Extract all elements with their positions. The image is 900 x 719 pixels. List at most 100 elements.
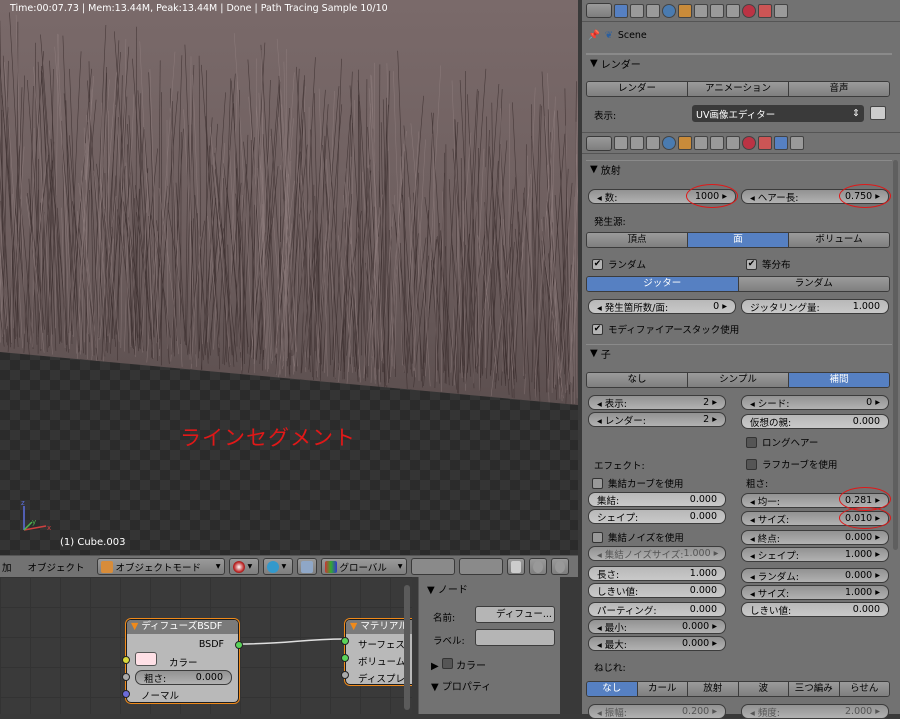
world-icon[interactable] (662, 136, 676, 150)
shape-field[interactable]: シェイプ:0.000 (588, 509, 726, 524)
data-icon[interactable] (726, 136, 740, 150)
max-field[interactable]: ◂ 最大:0.000 ▸ (588, 636, 726, 651)
roughness-field[interactable]: 粗さ:0.000 (135, 670, 232, 685)
physics-icon[interactable] (790, 136, 804, 150)
render-layers-icon[interactable] (630, 4, 644, 18)
kink-spiral[interactable]: らせん (840, 682, 890, 696)
lock-camera-toggle[interactable] (507, 558, 525, 575)
bsdf-output-socket[interactable] (235, 641, 243, 649)
mode-dropdown[interactable]: オブジェクトモード▾ (97, 558, 225, 575)
node-section-header[interactable]: ▼ ノード (427, 581, 468, 596)
endpoint-field[interactable]: ◂ 終点:0.000 ▸ (741, 530, 889, 545)
modifiers-icon[interactable] (710, 4, 724, 18)
render-button[interactable]: レンダー (587, 82, 688, 96)
render-tab-icon[interactable] (614, 136, 628, 150)
audio-button[interactable]: 音声 (789, 82, 889, 96)
3d-viewport[interactable]: Time:00:07.73 | Mem:13.44M, Peak:13.44M … (0, 0, 578, 555)
menu-add[interactable]: 加 (2, 560, 12, 574)
volume-socket[interactable] (341, 654, 349, 662)
editor-type-button[interactable] (586, 3, 612, 18)
dist-jitter[interactable]: ジッター (587, 277, 739, 291)
kink-radial[interactable]: 放射 (688, 682, 739, 696)
random-checkbox[interactable]: ✔ランダム (592, 257, 646, 271)
object-icon[interactable] (678, 136, 692, 150)
world-icon[interactable] (662, 4, 676, 18)
per-face-field[interactable]: ◂ 発生箇所数/面:0 ▸ (588, 299, 736, 314)
clump-field[interactable]: 集結:0.000 (588, 492, 726, 507)
scene-icon[interactable] (646, 136, 660, 150)
editor-type-button-2[interactable] (586, 136, 612, 151)
virtual-parents-field[interactable]: 仮想の親:0.000 (741, 414, 889, 429)
jitter-field[interactable]: ジッタリング量:1.000 (741, 299, 889, 314)
render-tab-icon[interactable] (614, 4, 628, 18)
scene-icon[interactable] (646, 4, 660, 18)
kink-curl[interactable]: カール (638, 682, 689, 696)
material-icon[interactable] (742, 136, 756, 150)
texture-icon[interactable] (758, 4, 772, 18)
modifier-stack-checkbox[interactable]: ✔モディファイアースタック使用 (592, 322, 739, 336)
clump-noise-size-field[interactable]: ◂ 集結ノイズサイズ:1.000 ▸ (588, 546, 726, 561)
animation-button[interactable]: アニメーション (688, 82, 789, 96)
particles-icon[interactable] (774, 4, 788, 18)
children-none[interactable]: なし (587, 373, 688, 387)
seed-field[interactable]: ◂ シード:0 ▸ (741, 395, 889, 410)
properties-section-header[interactable]: ▼ プロパティ (431, 678, 491, 693)
frequency-field[interactable]: ◂ 頻度:2.000 ▸ (741, 704, 889, 719)
orientation-dropdown[interactable]: グローバル▾ (321, 558, 407, 575)
clump-noise-checkbox[interactable]: 集結ノイズを使用 (592, 530, 684, 544)
parting-field[interactable]: パーティング:0.000 (588, 602, 726, 617)
rough-threshold-field[interactable]: しきい値:0.000 (741, 602, 889, 617)
diffuse-bsdf-node[interactable]: ▼ ディフューズBSDF BSDF カラー 粗さ:0.000 ノーマル (126, 619, 239, 703)
pin-icon[interactable]: 📌 (588, 30, 600, 41)
lock-icon[interactable] (870, 106, 886, 120)
node-editor[interactable]: ▼ ディフューズBSDF BSDF カラー 粗さ:0.000 ノーマル ▼ マテ… (0, 577, 412, 714)
particles-tab-icon[interactable] (774, 136, 788, 150)
snap-toggle[interactable] (529, 558, 547, 575)
children-interpolated[interactable]: 補間 (789, 373, 889, 387)
color-section-header[interactable]: ▶ カラー (431, 657, 486, 672)
texture-icon[interactable] (758, 136, 772, 150)
kink-none[interactable]: なし (587, 682, 638, 696)
source-volume[interactable]: ボリューム (789, 233, 889, 247)
children-panel-header[interactable]: ▼ 子 (586, 344, 892, 361)
layer-buttons[interactable] (411, 558, 455, 575)
shading-dropdown[interactable]: ▾ (229, 558, 259, 575)
render-panel-header[interactable]: ▼ レンダー (586, 54, 892, 71)
rough-curve-checkbox[interactable]: ラフカーブを使用 (746, 457, 837, 471)
threshold-field[interactable]: しきい値:0.000 (588, 583, 726, 598)
menu-object[interactable]: オブジェクト (28, 560, 85, 574)
material-icon[interactable] (742, 4, 756, 18)
emission-panel-header[interactable]: ▼ 放射 (586, 160, 892, 177)
pivot-dropdown[interactable]: ▾ (263, 558, 293, 575)
length-field[interactable]: 長さ:1.000 (588, 566, 726, 581)
node-name-field[interactable]: ディフュー... (475, 606, 555, 623)
dist-random[interactable]: ランダム (739, 277, 890, 291)
node-label-field[interactable] (475, 629, 555, 646)
kink-wave[interactable]: 波 (739, 682, 790, 696)
rough-shape-field[interactable]: ◂ シェイプ:1.000 ▸ (741, 547, 889, 562)
source-face[interactable]: 面 (688, 233, 789, 247)
display-dropdown[interactable]: UV画像エディター⇕ (692, 105, 864, 122)
long-hair-checkbox[interactable]: ロングヘアー (746, 435, 818, 449)
color-input-socket[interactable] (122, 656, 130, 664)
source-vertex[interactable]: 頂点 (587, 233, 688, 247)
children-simple[interactable]: シンプル (688, 373, 789, 387)
even-checkbox[interactable]: ✔等分布 (746, 257, 791, 271)
rough-random-field[interactable]: ◂ ランダム:0.000 ▸ (741, 568, 889, 583)
constraints-icon[interactable] (694, 4, 708, 18)
amplitude-field[interactable]: ◂ 振幅:0.200 ▸ (588, 704, 726, 719)
normal-socket[interactable] (122, 690, 130, 698)
display-amount-field[interactable]: ◂ 表示:2 ▸ (588, 395, 726, 410)
data-icon[interactable] (726, 4, 740, 18)
material-output-node[interactable]: ▼ マテリアル サーフェス ボリューム ディスプレ (345, 619, 412, 685)
layer-buttons-2[interactable] (459, 558, 503, 575)
min-field[interactable]: ◂ 最小:0.000 ▸ (588, 619, 726, 634)
render-layers-icon[interactable] (630, 136, 644, 150)
properties-scrollbar[interactable] (893, 160, 898, 550)
color-swatch[interactable] (135, 652, 157, 666)
proportional-toggle[interactable] (551, 558, 569, 575)
roughness-socket[interactable] (122, 673, 130, 681)
object-icon[interactable] (678, 4, 692, 18)
manipulator-toggle[interactable] (297, 558, 317, 575)
surface-socket[interactable] (341, 637, 349, 645)
